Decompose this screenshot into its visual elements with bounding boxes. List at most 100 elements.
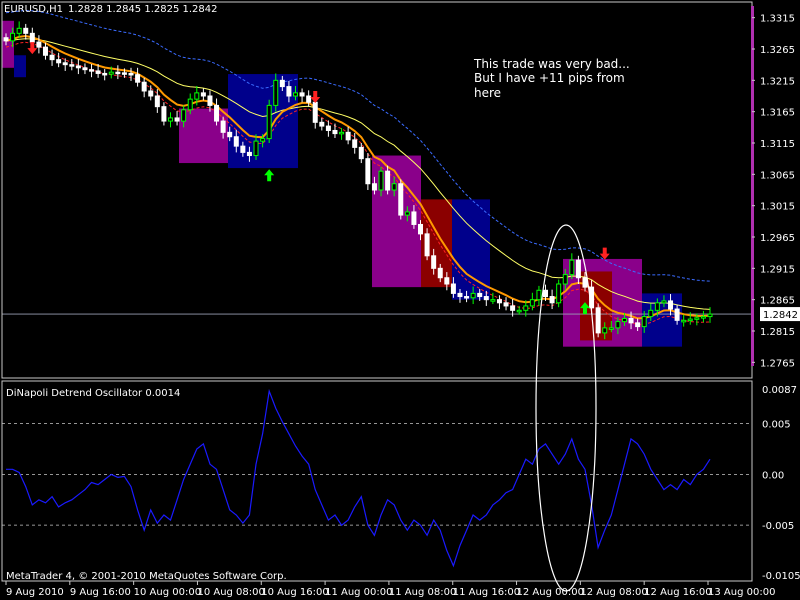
candle-body: [700, 316, 706, 319]
candle-body: [29, 32, 35, 43]
oscillator-panel: [2, 388, 752, 568]
oscillator-tick-label: 0.00: [762, 470, 784, 481]
x-tick-label: 10 Aug 08:00: [197, 587, 264, 598]
candle-body: [523, 305, 529, 311]
candle-body: [569, 259, 575, 276]
candle-body: [529, 299, 535, 307]
x-tick-label: 12 Aug 16:00: [644, 587, 711, 598]
candle-body: [135, 74, 141, 83]
candle-body: [543, 289, 549, 298]
candle-body: [214, 104, 220, 122]
oscillator-tick-label: -0.005: [762, 521, 794, 532]
candle-body: [181, 109, 187, 122]
candle-body: [674, 308, 680, 321]
x-tick-label: 11 Aug 16:00: [453, 587, 520, 598]
candle-body: [608, 327, 614, 330]
candle-body: [56, 59, 62, 64]
x-tick-label: 10 Aug 16:00: [261, 587, 328, 598]
x-tick-label: 10 Aug 00:00: [134, 587, 201, 598]
oscillator-tick-label: 0.005: [762, 420, 791, 431]
candle-body: [450, 283, 456, 294]
candle-body: [602, 327, 608, 334]
candle-body: [556, 283, 562, 304]
candle-body: [253, 140, 259, 157]
price-box-1: [14, 55, 26, 78]
y-tick-label: 1.2815: [760, 327, 795, 338]
annotation-line-1: This trade was very bad...: [473, 57, 630, 71]
candle-body: [339, 131, 345, 135]
sell-arrow-icon: [310, 91, 321, 103]
candle-body: [279, 79, 285, 88]
candle-body: [75, 65, 81, 69]
candle-body: [154, 95, 160, 108]
candle-body: [621, 317, 627, 323]
candle-body: [694, 317, 700, 320]
x-tick-label: 12 Aug 08:00: [580, 587, 647, 598]
y-tick-label: 1.3315: [760, 14, 795, 25]
candle-body: [95, 70, 101, 74]
time-axis: 9 Aug 2010 9 Aug 16:00 10 Aug 00:0010 Aug …: [5, 581, 775, 598]
candle-body: [641, 316, 647, 328]
candle-body: [510, 305, 516, 311]
buy-arrow-icon: [264, 169, 275, 182]
copyright-text: MetaTrader 4, © 2001-2010 MetaQuotes Sof…: [6, 571, 287, 582]
candle-body: [23, 27, 29, 34]
candle-body: [457, 292, 463, 298]
candle-body: [220, 120, 226, 133]
candle-body: [200, 92, 206, 97]
y-tick-label: 1.2765: [760, 358, 795, 369]
oscillator-panel-border: [1, 380, 753, 582]
candle-body: [418, 223, 424, 235]
x-tick-label: 9 Aug 2010: [6, 587, 64, 598]
candle-body: [128, 72, 134, 76]
candle-body: [319, 121, 325, 127]
candle-body: [82, 67, 88, 71]
candle-body: [187, 98, 193, 111]
candle-body: [661, 300, 667, 304]
candle-body: [687, 318, 693, 322]
y-tick-label: 1.2965: [760, 233, 795, 244]
candle-body: [582, 277, 588, 288]
candle-body: [648, 309, 654, 318]
price-scale: 1.3315 1.3265 1.3215 1.3165 1.3115 1.3065 1.30…: [752, 14, 800, 582]
y-tick-label: 1.2865: [760, 296, 795, 307]
candle-body: [437, 267, 443, 279]
candle-body: [194, 92, 200, 100]
candle-body: [549, 296, 555, 304]
candle-body: [371, 183, 377, 191]
candle-body: [490, 299, 496, 302]
candle-body: [464, 296, 470, 299]
candle-body: [174, 117, 180, 122]
candle-body: [345, 131, 351, 141]
candle-body: [240, 145, 246, 153]
candle-body: [358, 146, 364, 160]
candle-body: [260, 138, 266, 142]
candle-body: [292, 92, 298, 97]
candle-body: [312, 101, 318, 123]
candle-body: [161, 106, 167, 122]
candle-body: [378, 170, 384, 191]
y-tick-label: 1.2915: [760, 264, 795, 275]
candle-body: [477, 292, 483, 298]
candle-body: [286, 86, 292, 97]
candle-body: [299, 92, 305, 97]
y-tick-label: 1.3215: [760, 76, 795, 87]
candle-body: [444, 277, 450, 285]
candle-body: [398, 183, 404, 216]
oscillator-line: [6, 388, 711, 568]
y-tick-label: 1.3115: [760, 139, 795, 150]
candle-body: [635, 322, 641, 328]
x-tick-label: 11 Aug 08:00: [389, 587, 456, 598]
annotation-line-3: here: [474, 86, 501, 100]
candle-body: [16, 27, 22, 34]
candle-body: [115, 71, 121, 75]
y-tick-label: 1.3265: [760, 45, 795, 56]
candle-body: [707, 313, 713, 318]
candle-body: [233, 136, 239, 147]
candle-body: [273, 79, 279, 106]
price-chart[interactable]: 1.3315 1.3265 1.3215 1.3165 1.3115 1.3065 1.30…: [0, 0, 800, 600]
candle-body: [246, 151, 252, 157]
candle-body: [266, 104, 272, 140]
candle-body: [3, 37, 9, 42]
sell-arrow-icon: [27, 42, 38, 55]
